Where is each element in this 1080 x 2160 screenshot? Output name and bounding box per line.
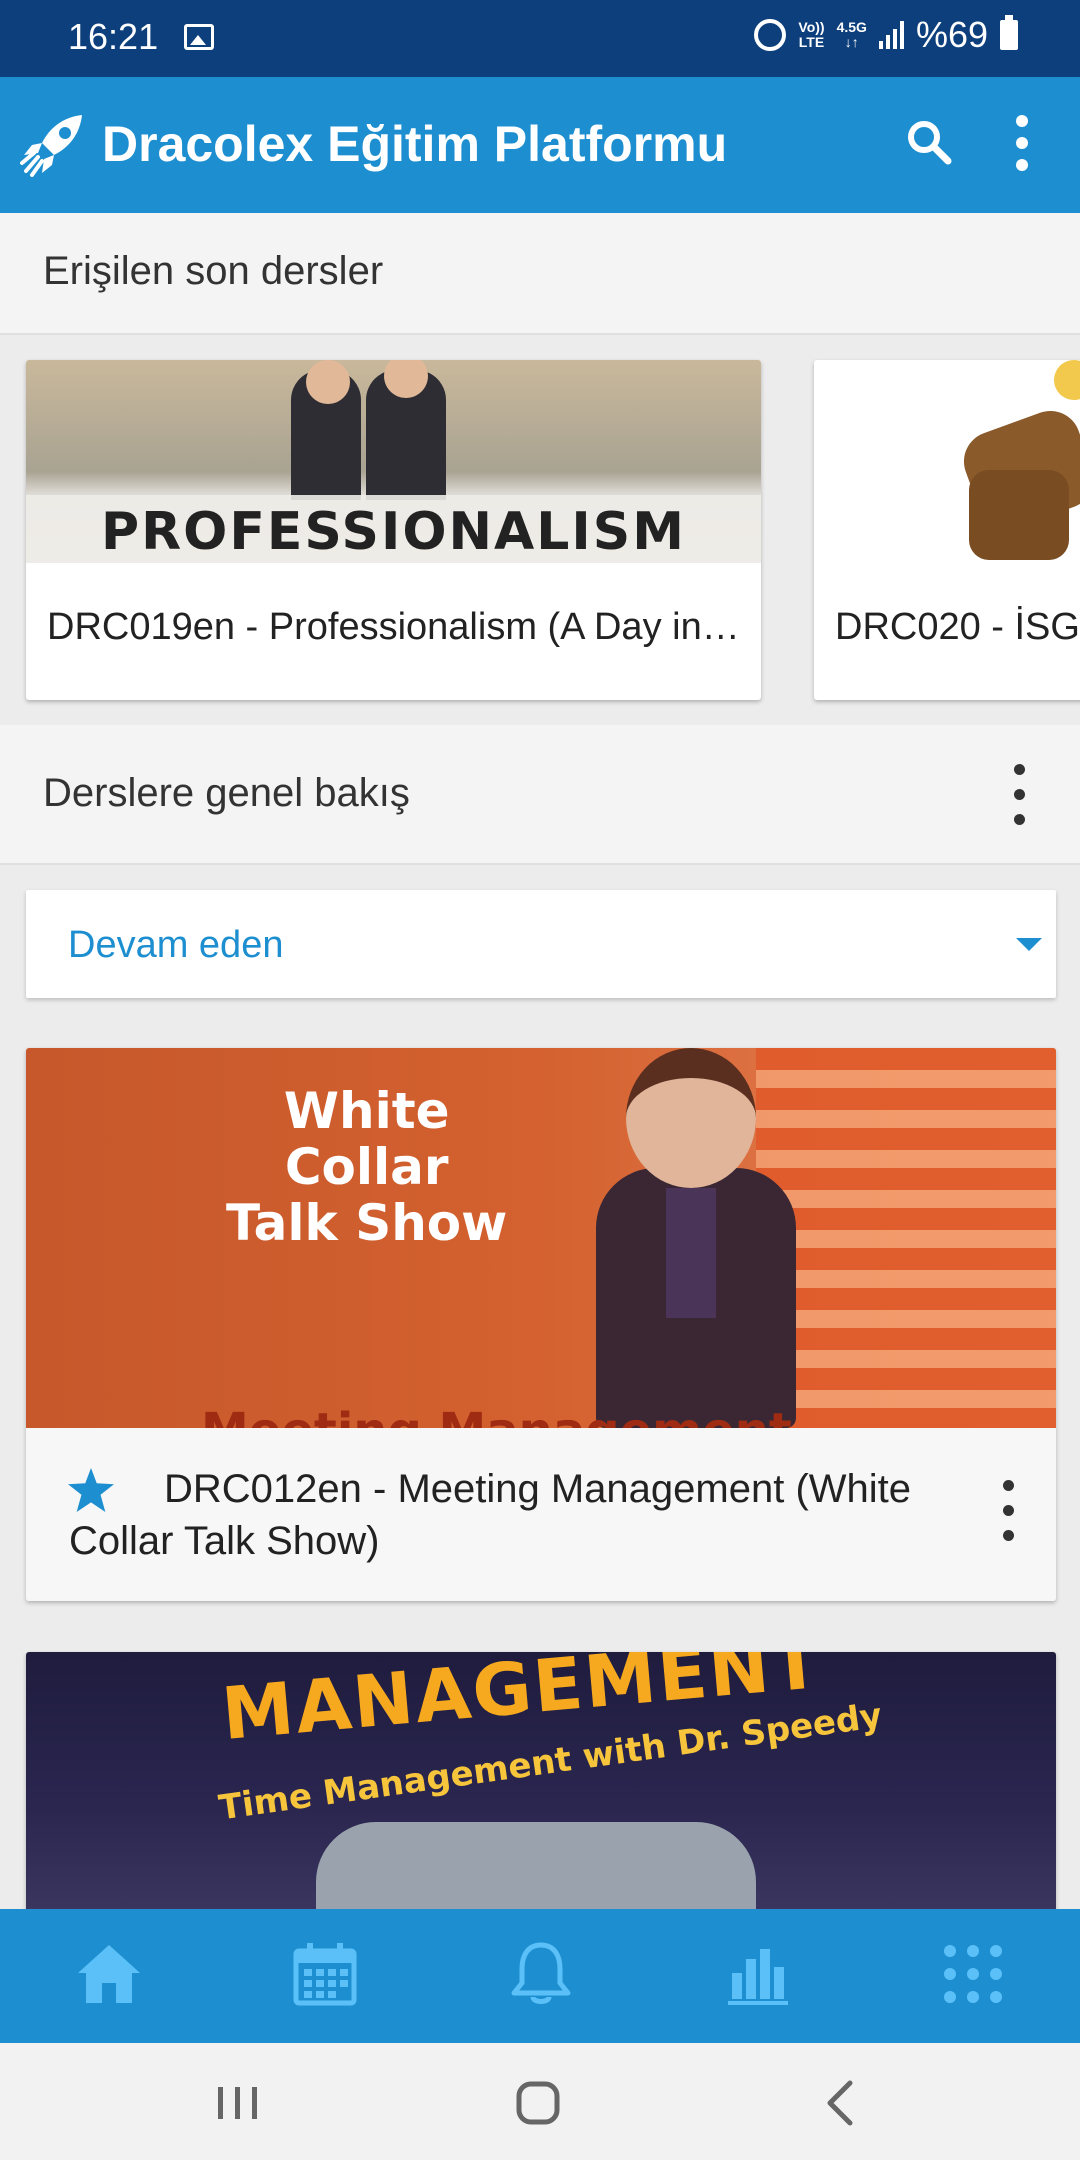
course-filter-select[interactable]: Devam eden: [26, 890, 1056, 998]
alarm-icon: [754, 19, 787, 51]
signal-icon: [878, 21, 904, 49]
more-vertical-icon[interactable]: [1002, 113, 1042, 173]
home-icon[interactable]: [74, 1939, 144, 2009]
calendar-icon[interactable]: [290, 1939, 360, 2009]
recent-course-card[interactable]: DRC020 - İSG: [814, 360, 1080, 700]
status-bar: 16:21 Vo)) LTE 4.5G ↓↑ %69: [0, 0, 1080, 77]
app-title: Dracolex Eğitim Platformu: [102, 116, 728, 172]
course-card[interactable]: White Collar Talk Show Meeting Managemen…: [26, 1048, 1056, 1601]
course-title: DRC012en - Meeting Management (White Col…: [69, 1467, 912, 1563]
course-more-icon[interactable]: [988, 1476, 1028, 1546]
chevron-down-icon: [1016, 938, 1042, 951]
course-thumbnail: [814, 360, 1080, 563]
status-time: 16:21: [68, 16, 159, 57]
overview-more-icon[interactable]: [999, 760, 1039, 830]
course-thumbnail: White Collar Talk Show Meeting Managemen…: [26, 1048, 1056, 1428]
course-thumbnail: MANAGEMENT Time Management with Dr. Spee…: [26, 1652, 1056, 1912]
thumbnail-caption: White Collar Talk Show: [226, 1082, 508, 1252]
battery-icon: [1000, 15, 1018, 50]
volte-indicator: Vo)) LTE: [798, 19, 825, 50]
course-overview-header: Derslere genel bakış: [0, 725, 1080, 865]
system-navigation-bar: [0, 2043, 1080, 2160]
course-thumbnail: PROFESSIONALISM: [26, 360, 761, 563]
bar-chart-icon[interactable]: [722, 1939, 792, 2009]
course-filter-value: Devam eden: [68, 924, 284, 966]
thumbnail-caption: PROFESSIONALISM: [101, 502, 686, 562]
apps-grid-icon[interactable]: [938, 1939, 1008, 2009]
course-overview-title: Derslere genel bakış: [43, 771, 410, 815]
recent-course-title: DRC019en - Professionalism (A Day in the…: [47, 606, 747, 648]
bell-icon[interactable]: [506, 1939, 576, 2009]
thumbnail-subcaption: Meeting Management: [201, 1403, 792, 1428]
battery-percent: %69: [915, 14, 988, 55]
course-card[interactable]: MANAGEMENT Time Management with Dr. Spee…: [26, 1652, 1056, 1912]
recent-course-card[interactable]: PROFESSIONALISM DRC019en - Professionali…: [26, 360, 761, 700]
recent-course-title: DRC020 - İSG: [835, 606, 1080, 648]
app-bar: Dracolex Eğitim Platformu: [0, 77, 1080, 213]
home-button-icon[interactable]: [508, 2073, 568, 2133]
bottom-navigation: [0, 1909, 1080, 2043]
back-icon[interactable]: [812, 2073, 872, 2133]
search-icon[interactable]: [904, 117, 954, 167]
course-title-row: DRC012en - Meeting Management (White Col…: [26, 1428, 1056, 1601]
recent-courses-header: Erişilen son dersler: [0, 213, 1080, 335]
recent-courses-title: Erişilen son dersler: [43, 249, 384, 293]
status-indicators: Vo)) LTE 4.5G ↓↑ %69: [754, 14, 1018, 56]
recent-courses-list[interactable]: PROFESSIONALISM DRC019en - Professionali…: [0, 335, 1080, 725]
recent-apps-icon[interactable]: [208, 2073, 268, 2133]
gallery-notification-icon: [184, 24, 214, 50]
rocket-icon: [20, 115, 82, 177]
data-speed-indicator: 4.5G ↓↑: [836, 19, 867, 50]
